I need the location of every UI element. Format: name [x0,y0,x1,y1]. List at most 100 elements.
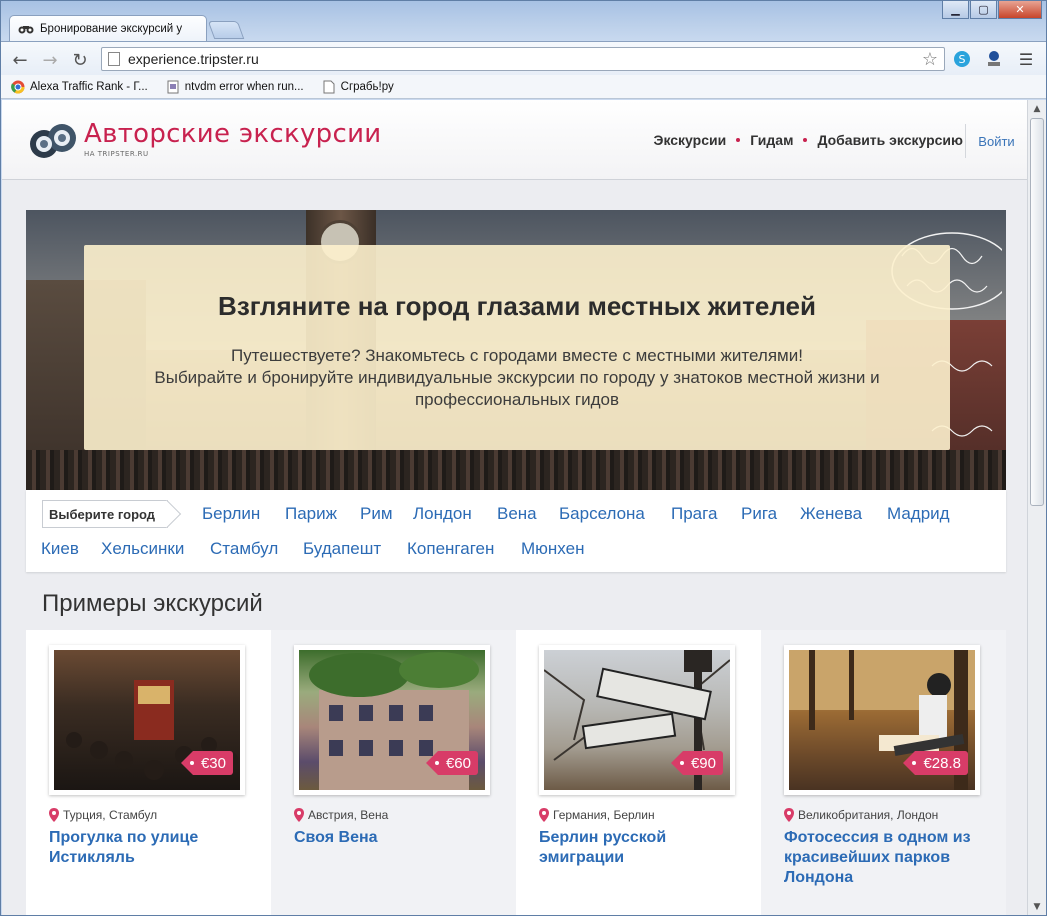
new-tab-button[interactable] [207,21,245,39]
address-bar[interactable]: experience.tripster.ru ☆ [101,47,945,71]
city-selector: Выберите город Берлин Париж Рим Лондон В… [26,490,1006,572]
location-text: Великобритания, Лондон [798,808,939,822]
scroll-thumb[interactable] [1030,118,1044,506]
location-text: Турция, Стамбул [63,808,158,822]
login-link[interactable]: Войти [965,124,1027,158]
city-link-madrid[interactable]: Мадрид [887,504,950,524]
bookmark-item[interactable]: Сграбь!ру [322,80,394,94]
hero-caption-box: Взгляните на город глазами местных жител… [84,245,950,450]
logo-subtitle: НА TRIPSTER.RU [84,149,149,158]
bookmark-star-icon[interactable]: ☆ [922,49,938,70]
download-extension-icon[interactable] [983,48,1005,70]
bookmark-label: ntvdm error when run... [184,80,304,93]
close-window-button[interactable]: ✕ [998,1,1042,19]
examples-heading: Примеры экскурсий [42,590,263,617]
price-tag: €90 [670,751,723,775]
site-header: Авторские экскурсии НА TRIPSTER.RU Экску… [2,100,1027,180]
browser-toolbar: ← → ↻ experience.tripster.ru ☆ S ☰ [1,41,1046,75]
city-link-paris[interactable]: Париж [285,504,337,524]
map-pin-icon [49,808,59,822]
excursion-photo[interactable]: €30 [49,645,245,795]
excursion-title[interactable]: Берлин русской эмиграции [539,828,738,868]
excursion-location: Германия, Берлин [539,808,738,822]
binoculars-logo-icon [30,124,76,158]
city-link-london[interactable]: Лондон [413,504,472,524]
page-icon [108,52,120,66]
price-value: €60 [445,754,471,772]
binoculars-favicon-icon [18,21,34,37]
nav-guides[interactable]: Гидам [750,132,793,148]
price-value: €90 [690,754,716,772]
city-link-istanbul[interactable]: Стамбул [210,539,278,559]
city-link-kiev[interactable]: Киев [41,539,79,559]
bookmark-item[interactable]: ntvdm error when run... [166,80,304,94]
excursion-location: Австрия, Вена [294,808,493,822]
city-link-helsinki[interactable]: Хельсинки [101,539,184,559]
scroll-up-arrow-icon[interactable]: ▲ [1029,101,1045,117]
bookmark-label: Сграбь!ру [340,80,394,93]
minimize-button[interactable]: ▁ [942,1,969,19]
excursion-cards: €30 Турция, Стамбул Прогулка по улице Ис… [26,630,1006,915]
choose-city-label: Выберите город [42,500,169,528]
hero-title: Взгляните на город глазами местных жител… [218,291,816,321]
svg-text:S: S [959,53,966,66]
reload-icon[interactable]: ↻ [69,49,91,71]
map-pin-icon [294,808,304,822]
excursion-card[interactable]: €30 Турция, Стамбул Прогулка по улице Ис… [26,630,271,915]
city-link-budapest[interactable]: Будапешт [303,539,381,559]
price-value: €30 [200,754,226,772]
hero-banner: Взгляните на город глазами местных жител… [26,210,1006,490]
excursion-photo[interactable]: €60 [294,645,490,795]
back-arrow-icon[interactable]: ← [9,49,31,71]
map-pin-icon [539,808,549,822]
city-link-vienna[interactable]: Вена [497,504,537,524]
maximize-button[interactable]: ▢ [970,1,997,19]
excursion-title[interactable]: Своя Вена [294,828,493,848]
excursion-title[interactable]: Фотосессия в одном из красивейших парков… [784,828,983,888]
map-pin-icon [784,808,794,822]
location-text: Германия, Берлин [553,808,655,822]
title-bar: Бронирование экскурсий у ▁ ▢ ✕ [1,1,1046,42]
excursion-card[interactable]: €90 Германия, Берлин Берлин русской эмиг… [516,630,761,915]
excursion-photo[interactable]: €90 [539,645,735,795]
city-link-riga[interactable]: Рига [741,504,777,524]
blank-page-icon [322,80,336,94]
city-link-geneva[interactable]: Женева [800,504,862,524]
price-tag: €60 [425,751,478,775]
nav-separator-dot [736,138,741,142]
excursion-title[interactable]: Прогулка по улице Истикляль [49,828,248,868]
price-tag: €30 [180,751,233,775]
address-url: experience.tripster.ru [128,51,259,67]
browser-tab[interactable]: Бронирование экскурсий у [9,15,207,42]
excursion-location: Турция, Стамбул [49,808,248,822]
nav-add-excursion[interactable]: Добавить экскурсию [817,132,963,148]
top-navigation: Экскурсии Гидам Добавить экскурсию [653,132,963,148]
excursion-card[interactable]: €60 Австрия, Вена Своя Вена [271,630,516,915]
scroll-down-arrow-icon[interactable]: ▼ [1029,899,1045,915]
location-text: Австрия, Вена [308,808,389,822]
excursion-card[interactable]: €28.8 Великобритания, Лондон Фотосессия … [761,630,1006,915]
tab-title: Бронирование экскурсий у [40,23,183,35]
nav-excursions[interactable]: Экскурсии [653,132,726,148]
page-icon [166,80,180,94]
city-link-berlin[interactable]: Берлин [202,504,260,524]
nav-separator-dot [803,138,808,142]
site-logo[interactable]: Авторские экскурсии НА TRIPSTER.RU [28,116,381,162]
hero-subtitle-line: Путешествуете? Знакомьтесь с городами вм… [231,346,803,365]
vertical-scrollbar[interactable]: ▲ ▼ [1027,100,1046,915]
hero-subtitle-line: Выбирайте и бронируйте индивидуальные эк… [154,368,880,409]
skype-extension-icon[interactable]: S [951,48,973,70]
excursion-photo[interactable]: €28.8 [784,645,980,795]
city-link-rome[interactable]: Рим [360,504,393,524]
city-link-munich[interactable]: Мюнхен [521,539,584,559]
city-link-copenhagen[interactable]: Копенгаген [407,539,494,559]
bookmark-label: Alexa Traffic Rank - Г... [30,80,148,93]
city-link-barcelona[interactable]: Барселона [559,504,645,524]
city-link-prague[interactable]: Прага [671,504,717,524]
price-tag: €28.8 [903,751,968,775]
excursion-location: Великобритания, Лондон [784,808,983,822]
forward-arrow-icon[interactable]: → [39,49,61,71]
menu-wrench-icon[interactable]: ☰ [1015,48,1037,70]
bookmark-item[interactable]: Alexa Traffic Rank - Г... [11,80,148,94]
page-viewport: Авторские экскурсии НА TRIPSTER.RU Экску… [2,100,1027,915]
